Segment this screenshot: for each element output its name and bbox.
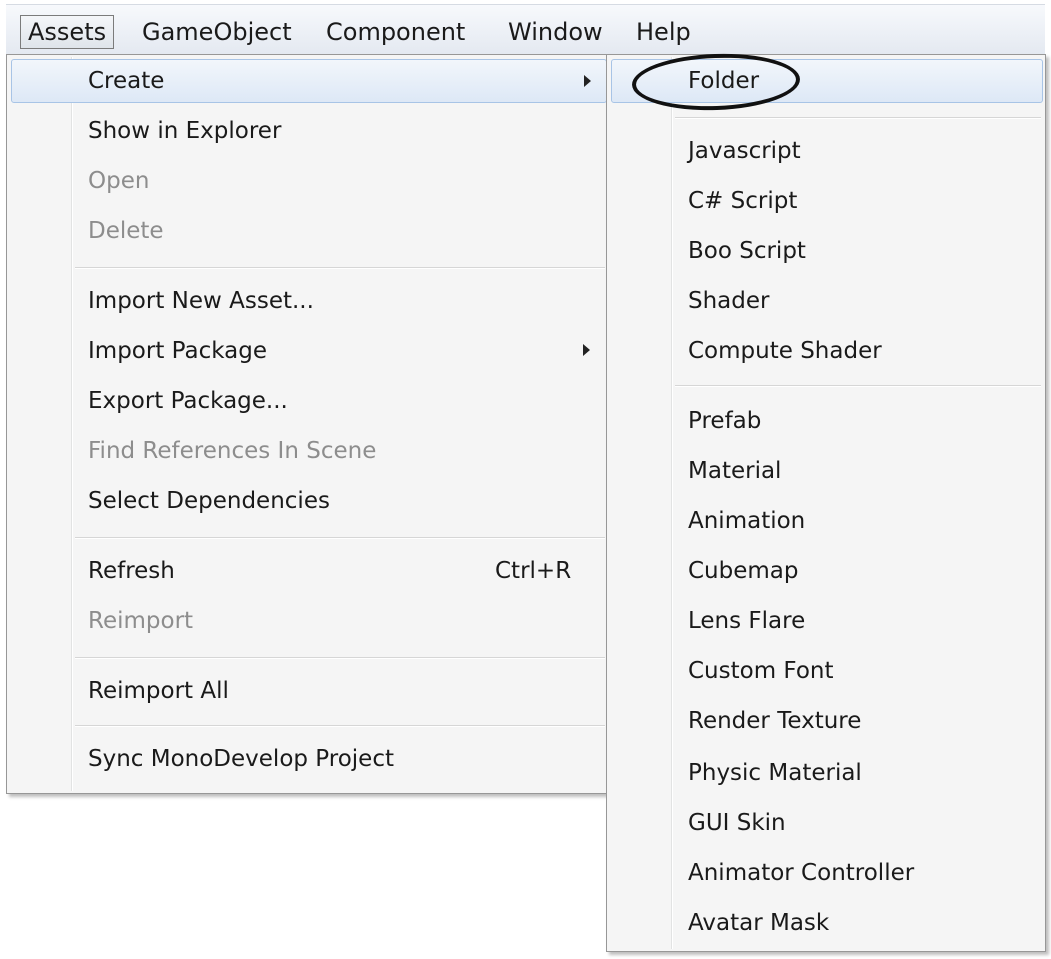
menu-separator bbox=[675, 117, 1041, 119]
assets-menu: Create Show in Explorer Open Delete Impo… bbox=[6, 54, 610, 794]
submenu-arrow-icon bbox=[584, 75, 591, 87]
submenu-item-avatar-mask[interactable]: Avatar Mask bbox=[611, 901, 1043, 945]
submenu-item-boo-script[interactable]: Boo Script bbox=[611, 229, 1043, 273]
menu-separator bbox=[75, 657, 605, 659]
menu-item-label: Avatar Mask bbox=[688, 910, 830, 936]
submenu-item-javascript[interactable]: Javascript bbox=[611, 129, 1043, 173]
submenu-item-lens-flare[interactable]: Lens Flare bbox=[611, 599, 1043, 643]
menu-item-label: Physic Material bbox=[688, 760, 862, 786]
menu-item-label: Compute Shader bbox=[688, 338, 882, 364]
menu-item-reimport-all[interactable]: Reimport All bbox=[11, 669, 607, 713]
submenu-item-folder[interactable]: Folder bbox=[611, 59, 1043, 103]
menu-item-label: Select Dependencies bbox=[88, 488, 330, 514]
menu-item-import-new-asset[interactable]: Import New Asset... bbox=[11, 279, 607, 323]
menu-item-label: Material bbox=[688, 458, 782, 484]
submenu-arrow-icon bbox=[583, 344, 590, 356]
submenu-item-animator-controller[interactable]: Animator Controller bbox=[611, 851, 1043, 895]
menu-item-label: Refresh bbox=[88, 558, 175, 584]
menu-separator bbox=[75, 267, 605, 269]
menu-gameobject[interactable]: GameObject bbox=[134, 15, 300, 49]
menu-help[interactable]: Help bbox=[628, 15, 699, 49]
menu-bar: Assets GameObject Component Window Help bbox=[6, 4, 1045, 54]
menu-item-sync-monodevelop[interactable]: Sync MonoDevelop Project bbox=[11, 737, 607, 781]
submenu-item-csharp-script[interactable]: C# Script bbox=[611, 179, 1043, 223]
menu-item-find-references: Find References In Scene bbox=[11, 429, 607, 473]
menu-item-label: Find References In Scene bbox=[88, 438, 377, 464]
submenu-item-material[interactable]: Material bbox=[611, 449, 1043, 493]
submenu-item-physic-material[interactable]: Physic Material bbox=[611, 751, 1043, 795]
menu-item-label: Open bbox=[88, 168, 150, 194]
menu-separator bbox=[75, 725, 605, 727]
menu-item-label: C# Script bbox=[688, 188, 798, 214]
menu-item-label: Cubemap bbox=[688, 558, 799, 584]
submenu-item-prefab[interactable]: Prefab bbox=[611, 399, 1043, 443]
submenu-item-custom-font[interactable]: Custom Font bbox=[611, 649, 1043, 693]
menu-component[interactable]: Component bbox=[318, 15, 473, 49]
menu-item-open: Open bbox=[11, 159, 607, 203]
menu-item-label: Reimport bbox=[88, 608, 194, 634]
menu-item-refresh[interactable]: Refresh Ctrl+R bbox=[11, 549, 607, 593]
menu-item-shortcut: Ctrl+R bbox=[495, 558, 572, 584]
menu-item-label: Shader bbox=[688, 288, 770, 314]
create-submenu: Folder Javascript C# Script Boo Script S… bbox=[606, 54, 1046, 952]
menu-item-import-package[interactable]: Import Package bbox=[11, 329, 607, 373]
menu-item-create[interactable]: Create bbox=[11, 59, 607, 103]
menu-item-reimport: Reimport bbox=[11, 599, 607, 643]
submenu-item-render-texture[interactable]: Render Texture bbox=[611, 699, 1043, 743]
menu-item-show-in-explorer[interactable]: Show in Explorer bbox=[11, 109, 607, 153]
menu-item-label: Javascript bbox=[688, 138, 801, 164]
menu-item-select-dependencies[interactable]: Select Dependencies bbox=[11, 479, 607, 523]
submenu-item-compute-shader[interactable]: Compute Shader bbox=[611, 329, 1043, 373]
menu-item-label: GUI Skin bbox=[688, 810, 786, 836]
menu-separator bbox=[675, 385, 1041, 387]
menu-item-label: Boo Script bbox=[688, 238, 806, 264]
menu-item-label: Create bbox=[88, 68, 165, 94]
menu-item-label: Show in Explorer bbox=[88, 118, 282, 144]
menu-item-delete: Delete bbox=[11, 209, 607, 253]
menu-item-export-package[interactable]: Export Package... bbox=[11, 379, 607, 423]
menu-item-label: Delete bbox=[88, 218, 164, 244]
menu-item-label: Animation bbox=[688, 508, 806, 534]
menu-item-label: Prefab bbox=[688, 408, 762, 434]
submenu-item-shader[interactable]: Shader bbox=[611, 279, 1043, 323]
menu-item-label: Folder bbox=[688, 68, 760, 94]
submenu-item-cubemap[interactable]: Cubemap bbox=[611, 549, 1043, 593]
menu-item-label: Import New Asset... bbox=[88, 288, 314, 314]
submenu-item-animation[interactable]: Animation bbox=[611, 499, 1043, 543]
menu-item-label: Import Package bbox=[88, 338, 267, 364]
menu-item-label: Render Texture bbox=[688, 708, 862, 734]
menu-window[interactable]: Window bbox=[500, 15, 611, 49]
menu-separator bbox=[75, 537, 605, 539]
menu-item-label: Export Package... bbox=[88, 388, 288, 414]
submenu-item-gui-skin[interactable]: GUI Skin bbox=[611, 801, 1043, 845]
menu-item-label: Animator Controller bbox=[688, 860, 915, 886]
menu-item-label: Custom Font bbox=[688, 658, 834, 684]
menu-item-label: Sync MonoDevelop Project bbox=[88, 746, 394, 772]
menu-assets[interactable]: Assets bbox=[20, 15, 115, 49]
menu-item-label: Reimport All bbox=[88, 678, 229, 704]
screenshot-stage: Assets GameObject Component Window Help … bbox=[0, 0, 1051, 959]
menu-item-label: Lens Flare bbox=[688, 608, 806, 634]
